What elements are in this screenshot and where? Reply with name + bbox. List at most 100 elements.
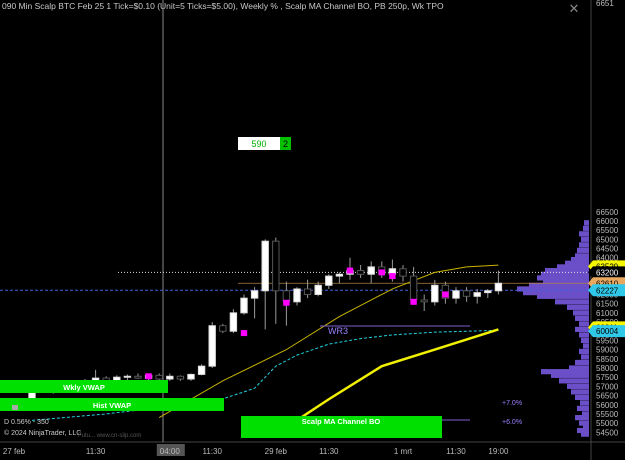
time-tick-label: 11:30 <box>86 447 106 456</box>
time-tick-label: 19:00 <box>488 447 509 456</box>
price-tick-label: 65500 <box>596 226 619 235</box>
magenta-mark <box>346 267 354 274</box>
profile-bar <box>579 242 589 248</box>
profile-bar <box>573 310 589 316</box>
profile-bar <box>577 247 589 253</box>
time-tick-label: 11:30 <box>446 447 466 456</box>
profile-bar <box>577 405 589 412</box>
price-tick-label: 58000 <box>596 364 619 373</box>
pct-6-label: +6.0% <box>502 419 522 426</box>
candle-up <box>261 240 269 292</box>
count-box-label: 2 <box>283 139 288 149</box>
price-tick-label-top: 6651 <box>596 0 614 8</box>
magenta-mark <box>410 298 417 305</box>
candle-down <box>176 375 185 380</box>
time-tick-label: 1 mrt <box>394 447 413 456</box>
magenta-mark <box>145 373 152 380</box>
magenta-mark <box>240 330 248 337</box>
candle-up <box>325 275 333 286</box>
candle-up <box>452 290 460 299</box>
profile-bar <box>559 378 589 384</box>
profile-bar <box>581 337 589 344</box>
candle-down <box>409 275 418 301</box>
price-tick-label: 66500 <box>596 208 619 217</box>
candle-down <box>134 375 142 379</box>
candle-down <box>272 240 280 292</box>
candle-down <box>219 325 227 332</box>
candle-up <box>187 373 195 380</box>
profile-bar <box>579 420 589 426</box>
magenta-mark <box>389 273 396 280</box>
price-tick-label: 55500 <box>596 410 619 419</box>
candle-down <box>356 270 365 275</box>
candle-down <box>155 374 163 380</box>
candle-up <box>166 375 174 380</box>
price-tick-label: 54500 <box>596 428 619 437</box>
price-tag-label: 62227 <box>596 286 619 295</box>
price-tick-label: 56500 <box>596 392 619 401</box>
candle-up <box>335 273 344 277</box>
candle-up <box>250 290 259 299</box>
magenta-mark <box>378 269 385 276</box>
scalp-ma-label: Scalp MA Channel BO <box>302 417 381 426</box>
chart-canvas[interactable]: Wkly VWAP Hist VWAP Scalp MA Channel BO … <box>0 0 625 460</box>
stats-text: D 0.56% - 350 <box>4 419 49 426</box>
price-tick-label: 56000 <box>596 401 619 410</box>
pct-7-label: +7.0% <box>502 400 522 407</box>
candle-up <box>240 297 248 314</box>
profile-bar <box>571 389 589 395</box>
profile-bar <box>583 343 589 349</box>
candle-down <box>399 268 407 277</box>
candle-up <box>229 312 238 332</box>
profile-bar <box>580 400 589 406</box>
candle-down <box>420 299 428 303</box>
wr3-label: WR3 <box>328 326 348 336</box>
price-tick-label: 65000 <box>596 235 619 244</box>
price-tick-label: 55000 <box>596 419 619 428</box>
profile-bar <box>567 304 589 310</box>
value-box-label: 590 <box>251 139 266 149</box>
profile-bar <box>555 299 589 305</box>
url-text: Futu... www.cn-slip.com <box>78 433 141 439</box>
time-tick-label: 11:30 <box>202 447 222 456</box>
price-tick-label: 64500 <box>596 245 619 254</box>
tpo-profile <box>517 220 589 437</box>
time-tick-label: 11:30 <box>319 447 339 456</box>
candle-up <box>123 375 132 378</box>
price-tick-label: 58500 <box>596 355 619 364</box>
profile-bar <box>579 348 589 355</box>
time-tick-label: 29 feb <box>265 447 288 456</box>
profile-bar <box>575 359 589 366</box>
price-tag-label: 63200 <box>596 268 619 277</box>
profile-bar <box>583 225 589 231</box>
candle-up <box>293 288 301 303</box>
horizontal-levels <box>0 271 591 291</box>
candle-up <box>473 292 481 297</box>
candle-up <box>367 266 375 275</box>
wkly-vwap-label: Wkly VWAP <box>63 383 105 392</box>
profile-bar <box>575 315 589 321</box>
time-tick-label: 27 feb <box>3 447 26 456</box>
profile-bar <box>575 326 589 332</box>
candle-up <box>484 290 492 294</box>
profile-bar <box>579 231 589 237</box>
profile-bar <box>579 321 589 327</box>
candle-up <box>431 284 439 303</box>
price-tag-label: 60004 <box>596 327 619 336</box>
candle-up <box>208 325 216 367</box>
magenta-mark <box>283 299 290 306</box>
price-tick-label: 66000 <box>596 217 619 226</box>
candle-down <box>303 288 312 295</box>
price-tick-label: 57500 <box>596 373 619 382</box>
candle-up <box>314 284 322 295</box>
price-tick-label: 61500 <box>596 300 619 309</box>
sync-icon <box>12 405 18 410</box>
price-tick-label: 59500 <box>596 336 619 345</box>
profile-bar <box>581 354 589 360</box>
candle-down <box>462 290 471 297</box>
price-tick-label: 61000 <box>596 309 619 318</box>
hist-vwap-label: Hist VWAP <box>93 401 131 410</box>
magenta-mark <box>442 291 449 298</box>
profile-bar <box>581 236 589 242</box>
profile-bar <box>584 220 589 226</box>
